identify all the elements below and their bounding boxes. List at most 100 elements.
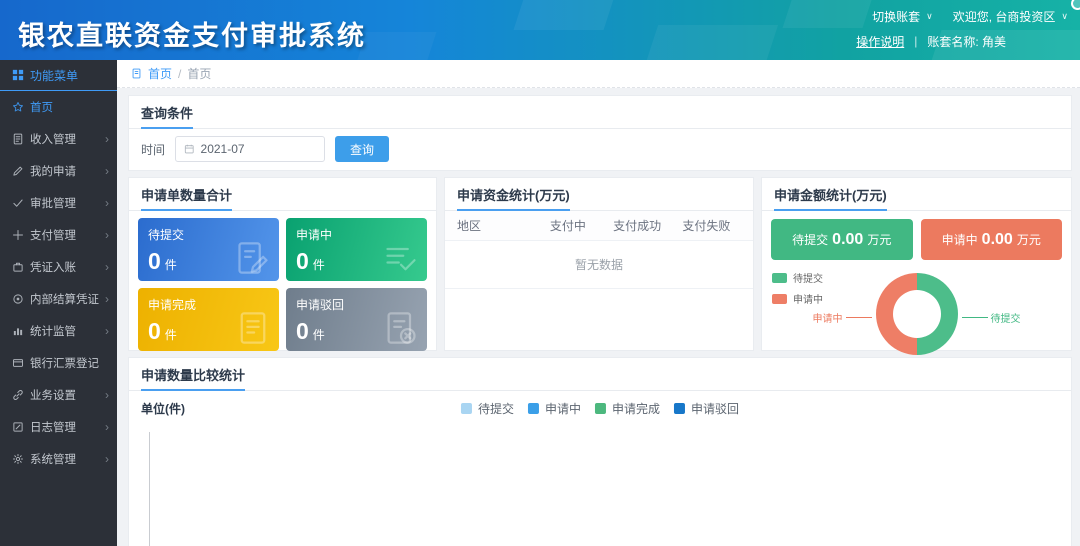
divider: | bbox=[914, 34, 917, 48]
legend-swatch bbox=[528, 403, 539, 414]
move-cross-icon bbox=[12, 229, 24, 241]
account-name-label: 账套名称: 角美 bbox=[927, 33, 1006, 50]
legend-item-pending[interactable]: 待提交 bbox=[772, 270, 823, 285]
month-picker[interactable] bbox=[175, 136, 325, 162]
badge-inprogress-amount: 申请中 0.00 万元 bbox=[921, 219, 1063, 260]
sidebar-item-business-settings[interactable]: 业务设置 › bbox=[0, 379, 117, 411]
donut-label-right: 待提交 bbox=[962, 310, 1021, 325]
legend-item-rejected[interactable]: 申请驳回 bbox=[674, 400, 739, 417]
legend-item-completed[interactable]: 申请完成 bbox=[595, 400, 660, 417]
legend-item-inprogress[interactable]: 申请中 bbox=[772, 291, 823, 306]
comparison-panel: 申请数量比较统计 单位(件) 待提交 申请中 申请完成 申请驳回 bbox=[128, 357, 1072, 546]
card-in-progress: 申请中 0件 bbox=[286, 218, 427, 281]
sidebar: 功能菜单 首页 收入管理 › 我的申请 › 审批管理 › 支付管理 › 凭 bbox=[0, 60, 117, 546]
summary-panel: 申请单数量合计 待提交 0件 申请中 0件 申请 bbox=[128, 177, 437, 351]
y-axis-unit-label: 单位(件) bbox=[141, 400, 185, 417]
sidebar-item-internal-settlement[interactable]: 内部结算凭证 › bbox=[0, 283, 117, 315]
document-lines-icon bbox=[235, 310, 271, 346]
time-label: 时间 bbox=[141, 141, 165, 158]
chevron-right-icon: › bbox=[105, 228, 109, 242]
header-deco-shape bbox=[514, 0, 617, 30]
switch-account-link[interactable]: 切换账套 bbox=[872, 8, 920, 25]
chevron-right-icon: › bbox=[105, 196, 109, 210]
chevron-right-icon: › bbox=[105, 260, 109, 274]
column-pay-success: 支付成功 bbox=[602, 217, 671, 234]
bar-chart-icon bbox=[12, 325, 24, 337]
edit-document-icon bbox=[235, 240, 271, 276]
header-user-area: 切换账套 ∨ 欢迎您, 台商投资区 ∨ 操作说明 | 账套名称: 角美 bbox=[856, 7, 1068, 50]
sidebar-item-home[interactable]: 首页 bbox=[0, 91, 117, 123]
legend-swatch bbox=[674, 403, 685, 414]
fund-stats-panel: 申请资金统计(万元) 地区 支付中 支付成功 支付失败 暂无数据 bbox=[444, 177, 754, 351]
donut-label-left: 申请中 bbox=[813, 310, 872, 325]
sidebar-item-approval[interactable]: 审批管理 › bbox=[0, 187, 117, 219]
legend-item-pending[interactable]: 待提交 bbox=[461, 400, 514, 417]
breadcrumb: 首页 / 首页 bbox=[117, 60, 1080, 88]
list-check-icon bbox=[383, 240, 419, 276]
legend-swatch bbox=[772, 273, 787, 283]
breadcrumb-separator: / bbox=[178, 67, 181, 81]
query-panel: 查询条件 时间 查询 bbox=[128, 95, 1072, 171]
card-pending-submit: 待提交 0件 bbox=[138, 218, 279, 281]
sidebar-menu-header[interactable]: 功能菜单 bbox=[0, 60, 117, 91]
sidebar-item-income[interactable]: 收入管理 › bbox=[0, 123, 117, 155]
legend-item-inprogress[interactable]: 申请中 bbox=[528, 400, 581, 417]
donut-chart-area: 待提交 申请中 申请中 待提 bbox=[762, 266, 1071, 362]
comparison-title: 申请数量比较统计 bbox=[141, 365, 245, 391]
chevron-right-icon: › bbox=[105, 292, 109, 306]
sidebar-item-statistics[interactable]: 统计监管 › bbox=[0, 315, 117, 347]
chevron-down-icon[interactable]: ∨ bbox=[926, 11, 933, 22]
column-region: 地区 bbox=[457, 217, 533, 234]
grid-icon bbox=[12, 69, 24, 81]
chevron-down-icon[interactable]: ∨ bbox=[1061, 11, 1068, 22]
operation-guide-link[interactable]: 操作说明 bbox=[856, 33, 904, 50]
welcome-user-label[interactable]: 欢迎您, 台商投资区 bbox=[953, 8, 1056, 25]
donut-chart bbox=[876, 273, 958, 355]
column-pay-failed: 支付失败 bbox=[672, 217, 741, 234]
app: 银农直联资金支付审批系统 切换账套 ∨ 欢迎您, 台商投资区 ∨ 操作说明 | … bbox=[0, 0, 1080, 546]
chevron-right-icon: › bbox=[105, 164, 109, 178]
badge-pending-amount: 待提交 0.00 万元 bbox=[771, 219, 913, 260]
link-icon bbox=[12, 389, 24, 401]
fund-stats-title: 申请资金统计(万元) bbox=[457, 185, 570, 211]
edit-square-icon bbox=[12, 421, 24, 433]
amount-stats-title: 申请金额统计(万元) bbox=[774, 185, 887, 211]
pen-icon bbox=[12, 165, 24, 177]
breadcrumb-home[interactable]: 首页 bbox=[148, 65, 172, 82]
column-paying: 支付中 bbox=[533, 217, 602, 234]
bank-card-icon bbox=[12, 357, 24, 369]
chevron-right-icon: › bbox=[105, 132, 109, 146]
empty-data-text: 暂无数据 bbox=[445, 241, 753, 289]
circle-dot-icon bbox=[12, 293, 24, 305]
page-icon bbox=[131, 68, 142, 79]
sidebar-item-system-management[interactable]: 系统管理 › bbox=[0, 443, 117, 475]
main-area: 首页 / 首页 查询条件 时间 查询 申请单数量合 bbox=[117, 60, 1080, 546]
sidebar-item-payment[interactable]: 支付管理 › bbox=[0, 219, 117, 251]
calendar-icon bbox=[184, 143, 195, 155]
app-title: 银农直联资金支付审批系统 bbox=[18, 14, 366, 53]
legend-swatch bbox=[595, 403, 606, 414]
document-icon bbox=[12, 133, 24, 145]
sidebar-item-voucher-entry[interactable]: 凭证入账 › bbox=[0, 251, 117, 283]
table-header-row: 地区 支付中 支付成功 支付失败 bbox=[445, 211, 753, 241]
chevron-right-icon: › bbox=[105, 420, 109, 434]
sidebar-item-log-management[interactable]: 日志管理 › bbox=[0, 411, 117, 443]
search-button[interactable]: 查询 bbox=[335, 136, 389, 162]
content: 查询条件 时间 查询 申请单数量合计 待提交 bbox=[117, 88, 1080, 546]
sidebar-item-bank-draft[interactable]: 银行汇票登记 bbox=[0, 347, 117, 379]
chevron-right-icon: › bbox=[105, 388, 109, 402]
donut-legend: 待提交 申请中 bbox=[772, 270, 823, 312]
month-input[interactable] bbox=[201, 142, 317, 156]
briefcase-icon bbox=[12, 261, 24, 273]
legend-swatch bbox=[461, 403, 472, 414]
gear-icon bbox=[12, 453, 24, 465]
bar-chart-plot-area bbox=[149, 432, 1064, 546]
chevron-right-icon: › bbox=[105, 324, 109, 338]
sidebar-item-my-applications[interactable]: 我的申请 › bbox=[0, 155, 117, 187]
amount-stats-panel: 申请金额统计(万元) 待提交 0.00 万元 申请中 0.00 万元 bbox=[761, 177, 1072, 351]
query-panel-title: 查询条件 bbox=[141, 103, 193, 129]
leader-line bbox=[962, 317, 988, 318]
card-rejected: 申请驳回 0件 bbox=[286, 288, 427, 351]
document-x-icon bbox=[383, 310, 419, 346]
header-badge-dot bbox=[1071, 0, 1080, 10]
